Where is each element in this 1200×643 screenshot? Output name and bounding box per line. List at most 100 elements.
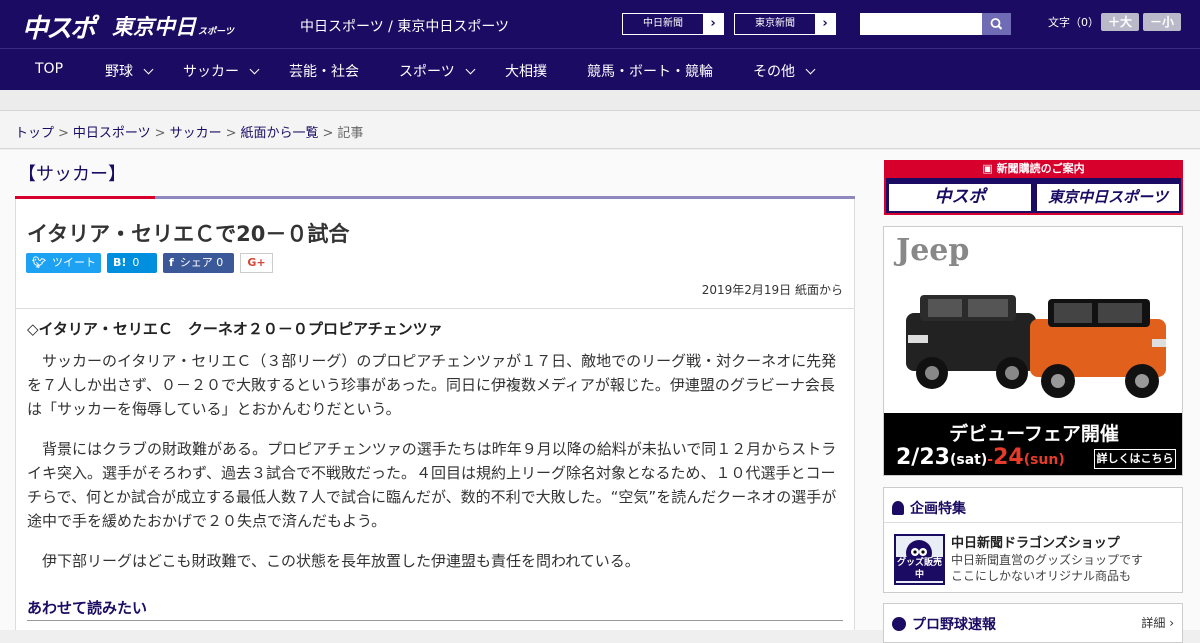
chevron-right-icon: › <box>815 14 835 34</box>
nav-label: TOP <box>35 61 64 77</box>
related-divider <box>27 620 843 621</box>
feature-heading-text: 企画特集 <box>910 501 966 517</box>
tokyo-chunichi-sports-logo[interactable]: 東京中日 スポーツ <box>112 11 234 41</box>
related-heading: あわせて読みたい <box>27 599 148 617</box>
top-header: 中スポ 東京中日 スポーツ 中日スポーツ / 東京中日スポーツ 中日新聞 › 東京… <box>0 0 1200 48</box>
breadcrumb: トップ > 中日スポーツ > サッカー > 紙面から一覧 > 記事 <box>15 122 363 141</box>
search-icon <box>990 18 1003 30</box>
nav-label: その他 <box>753 64 795 80</box>
ad-more-button[interactable]: 詳しくはこちら <box>1094 449 1176 469</box>
font-larger-button[interactable]: ＋大 <box>1101 13 1139 31</box>
article-paragraph: 伊下部リーグはどこも財政難で、この状態を長年放置した伊連盟も責任を問われている。 <box>27 552 640 570</box>
tokyo-logo-main: 東京中日 <box>112 15 196 39</box>
chunichi-shimbun-link[interactable]: 中日新聞 › <box>622 13 724 35</box>
nav-label: 大相撲 <box>505 64 547 80</box>
baseball-detail-link[interactable]: 詳細 › <box>1141 614 1174 631</box>
dragons-shop-title[interactable]: 中日新聞ドラゴンズショップ <box>951 532 1120 551</box>
nav-item-racing[interactable]: 競馬・ボート・競輪 <box>587 61 713 81</box>
chunichi-sports-logo[interactable]: 中スポ <box>22 8 96 45</box>
nav-label: スポーツ <box>399 64 455 80</box>
facebook-share-button[interactable]: f シェア 0 <box>163 253 234 273</box>
main-nav: TOP 野球 サッカー 芸能・社会 スポーツ 大相撲 競馬・ボート・競輪 その他 <box>0 48 1200 90</box>
hatena-bookmark-button[interactable]: B! 0 <box>107 253 157 273</box>
shop-desc-line: 中日新聞直営のグッズショップです <box>951 553 1144 567</box>
search-input[interactable] <box>860 13 982 35</box>
ext-link-label: 東京新聞 <box>755 18 795 29</box>
google-plus-button[interactable]: G+ <box>240 253 273 273</box>
newspaper-icon: ▣ <box>982 162 997 175</box>
ad-date-2: 24 <box>993 445 1024 470</box>
font-size-label: 文字（0） <box>1048 16 1099 29</box>
breadcrumb-separator: > <box>154 126 166 141</box>
ad-day-2: (sun) <box>1023 452 1065 468</box>
article-paragraph: 背景にはクラブの財政難がある。プロピアチェンツァの選手たちは昨年９月以降の給料が… <box>27 440 837 530</box>
nav-item-other[interactable]: その他 <box>753 61 816 81</box>
chevron-down-icon <box>805 64 816 75</box>
feature-widget: 企画特集 グッズ販売中 中日新聞ドラゴンズショップ 中日新聞直営のグッズショップ… <box>883 487 1183 593</box>
widget-divider <box>884 522 1182 523</box>
nav-label: 芸能・社会 <box>289 64 359 80</box>
shop-desc-line: ここにしかないオリジナル商品も <box>951 569 1132 583</box>
feature-heading: 企画特集 <box>892 498 966 518</box>
hatena-count: 0 <box>132 256 140 269</box>
breadcrumb-separator: > <box>58 126 69 141</box>
nav-label: サッカー <box>183 64 239 80</box>
breadcrumb-link-soccer[interactable]: サッカー <box>170 126 222 141</box>
breadcrumb-bar: トップ > 中日スポーツ > サッカー > 紙面から一覧 > 記事 <box>0 111 1200 149</box>
tokyo-logo-sub: スポーツ <box>198 27 234 37</box>
ad-date-1: 2/23 <box>896 445 950 470</box>
subscription-heading-text: 新聞購読のご案内 <box>996 162 1085 175</box>
hatena-icon: B! <box>113 256 127 269</box>
nav-label: 競馬・ボート・競輪 <box>587 64 713 80</box>
ad-day-1: (sat) <box>949 452 988 468</box>
breadcrumb-link-paper-list[interactable]: 紙面から一覧 <box>241 126 319 141</box>
nav-item-top[interactable]: TOP <box>35 61 63 77</box>
article-category: 【サッカー】 <box>18 164 126 185</box>
twitter-icon: 🐦︎ <box>32 256 46 269</box>
chevron-down-icon <box>143 64 154 75</box>
subscription-heading: ▣ 新聞購読のご案内 <box>884 160 1183 178</box>
nav-item-entertainment[interactable]: 芸能・社会 <box>289 61 359 81</box>
medal-icon <box>892 501 904 515</box>
nav-item-baseball[interactable]: 野球 <box>105 61 154 81</box>
nav-item-sumo[interactable]: 大相撲 <box>505 61 547 81</box>
goods-on-sale-label: グッズ販売中 <box>896 557 943 581</box>
dragons-shop-description: 中日新聞直営のグッズショップです ここにしかないオリジナル商品も <box>951 552 1143 584</box>
baseball-heading-text: プロ野球速報 <box>912 617 996 633</box>
facebook-count: 0 <box>216 256 224 269</box>
font-smaller-button[interactable]: －小 <box>1143 13 1181 31</box>
breadcrumb-current: 記事 <box>337 126 364 141</box>
baseball-live-widget: プロ野球速報 詳細 › <box>883 603 1183 643</box>
tweet-button[interactable]: 🐦︎ ツイート <box>26 253 101 273</box>
nav-item-sports[interactable]: スポーツ <box>399 61 476 81</box>
nav-item-soccer[interactable]: サッカー <box>183 61 260 81</box>
breadcrumb-separator: > <box>225 126 237 141</box>
jeep-logo: Jeep <box>896 233 970 268</box>
facebook-icon: f <box>169 256 174 269</box>
jeep-ad-banner[interactable]: Jeep デビューフェア開催 2/23(sat)-24(sun) 詳しくはこちら <box>883 226 1183 476</box>
article-date: 2019年2月19日 紙面から <box>701 283 843 297</box>
nav-label: 野球 <box>105 64 133 80</box>
ad-fair-title: デビューフェア開催 <box>949 423 1119 445</box>
site-title: 中日スポーツ / 東京中日スポーツ <box>300 19 510 35</box>
tokyo-shimbun-link[interactable]: 東京新聞 › <box>734 13 836 35</box>
subscribe-tokyo-chunichi-logo[interactable]: 東京中日スポーツ <box>1036 183 1180 212</box>
breadcrumb-separator: > <box>322 126 334 141</box>
article-paragraph: サッカーのイタリア・セリエＣ（３部リーグ）のプロピアチェンツァが１７日、敵地での… <box>27 352 837 418</box>
tweet-label: ツイート <box>51 256 96 269</box>
chevron-right-icon: › <box>703 14 723 34</box>
subscribe-chuspo-logo[interactable]: 中スポ <box>888 183 1032 212</box>
baseball-heading: プロ野球速報 <box>892 614 996 634</box>
breadcrumb-link-chunichi-sports[interactable]: 中日スポーツ <box>73 126 151 141</box>
jeep-cars-image <box>906 295 1166 398</box>
article-title: イタリア・セリエＣで20－０試合 <box>27 222 350 246</box>
search-button[interactable] <box>982 13 1011 35</box>
chevron-down-icon <box>249 64 260 75</box>
dragons-shop-thumbnail[interactable]: グッズ販売中 <box>894 534 945 585</box>
article-lead: ◇イタリア・セリエＣ クーネオ２０－０プロピアチェンツァ <box>27 320 443 338</box>
breadcrumb-link-top[interactable]: トップ <box>15 126 54 141</box>
ad-dates: 2/23(sat)-24(sun) <box>896 445 1065 470</box>
baseball-icon <box>892 617 906 631</box>
chevron-down-icon <box>465 64 476 75</box>
sub-band <box>0 90 1200 111</box>
